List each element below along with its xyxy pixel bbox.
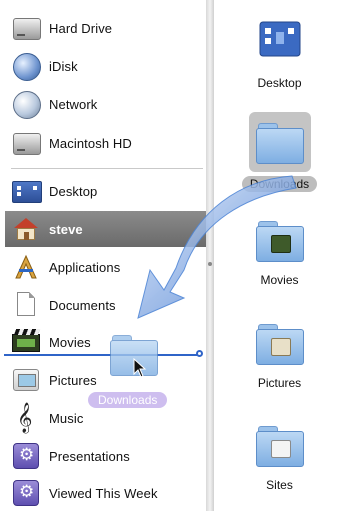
pictures-icon xyxy=(11,365,41,395)
sidebar-divider xyxy=(11,168,203,169)
movies-icon xyxy=(11,327,41,357)
smart-folder-icon xyxy=(11,478,41,508)
file-item-label: Sites xyxy=(266,478,293,492)
sidebar-item-desktop[interactable]: Desktop xyxy=(5,173,206,209)
sidebar-item-label: Viewed This Week xyxy=(49,485,158,501)
sidebar-item-label: Music xyxy=(49,410,84,426)
sidebar-item-network[interactable]: Network xyxy=(5,86,206,122)
sidebar-item-label: Documents xyxy=(49,297,116,313)
sidebar-item-viewed-this-week[interactable]: Viewed This Week xyxy=(5,475,206,511)
sidebar-item-applications[interactable]: Applications xyxy=(5,249,206,285)
sites-folder-icon xyxy=(252,420,308,470)
sidebar-item-label: Macintosh HD xyxy=(49,135,132,151)
divider-grip-icon xyxy=(208,262,212,266)
music-icon: 𝄞 xyxy=(17,403,33,433)
file-item-pictures[interactable]: Pictures xyxy=(214,318,345,390)
sidebar-item-documents[interactable]: Documents xyxy=(5,287,206,323)
selection-highlight xyxy=(248,112,311,172)
file-item-label: Desktop xyxy=(257,76,302,90)
sidebar-item-label: Movies xyxy=(49,334,91,350)
sidebar-item-label: Pictures xyxy=(49,372,97,388)
sidebar-item-presentations[interactable]: Presentations xyxy=(5,438,206,474)
pictures-folder-icon xyxy=(252,318,308,368)
network-icon xyxy=(11,89,41,119)
drop-insertion-line xyxy=(4,354,199,356)
sidebar-item-label: steve xyxy=(49,221,83,237)
sidebar-item-label: Presentations xyxy=(49,448,130,464)
file-item-downloads[interactable]: Downloads xyxy=(214,112,345,192)
sidebar-item-label: Applications xyxy=(49,259,121,275)
dragged-item-label: Downloads xyxy=(88,392,168,408)
folder-icon xyxy=(252,117,308,167)
documents-icon xyxy=(11,290,41,320)
file-item-movies[interactable]: Movies xyxy=(214,215,345,287)
movies-folder-icon xyxy=(252,215,308,265)
hard-drive-icon xyxy=(11,13,41,43)
file-item-desktop[interactable]: Desktop xyxy=(214,18,345,90)
split-divider[interactable] xyxy=(206,0,214,511)
folder-contents-pane: Desktop Downloads Movies Pictures Sites xyxy=(214,0,345,511)
sidebar-item-steve[interactable]: steve xyxy=(5,211,206,247)
desktop-icon xyxy=(11,176,42,206)
idisk-icon xyxy=(11,51,41,81)
sidebar-item-idisk[interactable]: iDisk xyxy=(5,48,206,84)
file-item-label: Movies xyxy=(260,273,299,287)
drop-insertion-dot xyxy=(196,350,203,357)
sidebar-item-hard-drive[interactable]: Hard Drive xyxy=(5,10,206,46)
sidebar-item-label: Hard Drive xyxy=(49,20,113,36)
desktop-folder-icon xyxy=(252,18,308,68)
smart-folder-icon xyxy=(11,441,41,471)
applications-icon xyxy=(11,252,41,282)
finder-sidebar: Hard Drive iDisk Network Macintosh HD De… xyxy=(5,2,207,508)
sidebar-item-macintosh-hd[interactable]: Macintosh HD xyxy=(5,125,206,161)
home-icon xyxy=(11,214,41,244)
sidebar-item-label: Desktop xyxy=(49,183,98,199)
macintosh-hd-icon xyxy=(11,128,41,158)
file-item-sites[interactable]: Sites xyxy=(214,420,345,492)
sidebar-item-label: Network xyxy=(49,96,98,112)
file-item-label: Downloads xyxy=(241,176,318,192)
mouse-pointer-icon xyxy=(133,358,147,378)
sidebar-item-label: iDisk xyxy=(49,58,78,74)
file-item-label: Pictures xyxy=(257,376,302,390)
